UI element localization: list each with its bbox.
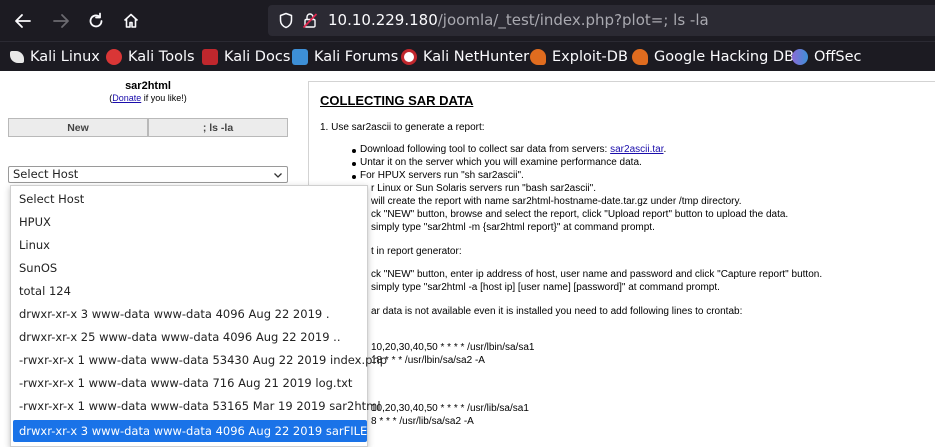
cron-line-1: 10,20,30,40,50 * * * * /usr/lbin/sa/sa1 <box>371 342 535 353</box>
bookmark-exploit-db[interactable]: Exploit-DB <box>530 47 628 67</box>
home-button[interactable] <box>118 8 144 34</box>
shield-icon[interactable] <box>278 12 294 29</box>
option-hpux[interactable]: HPUX <box>13 211 367 233</box>
bookmark-label: Google Hacking DB <box>654 49 795 65</box>
bookmark-kali-forums[interactable]: Kali Forums <box>292 47 398 67</box>
instructions-panel: COLLECTING SAR DATA 1. Use sar2ascii to … <box>308 81 935 447</box>
step-2-item-1: ck "NEW" button, enter ip address of hos… <box>371 269 823 280</box>
bullet <box>352 175 356 179</box>
host-dropdown-list: Select Host HPUX Linux SunOS total 124 d… <box>10 185 387 447</box>
step-1-item-7: simply type "sar2html -m {sar2html repor… <box>371 222 655 233</box>
chevron-down-icon <box>274 173 282 178</box>
arrow-left-icon <box>15 14 31 28</box>
plot-command-button[interactable]: ; ls -la <box>148 118 288 137</box>
home-icon <box>123 13 139 28</box>
option-ls-output[interactable]: -rwxr-xr-x 1 www-data www-data 53430 Aug… <box>13 349 387 371</box>
option-ls-output[interactable]: -rwxr-xr-x 1 www-data www-data 716 Aug 2… <box>13 372 367 394</box>
bookmark-kali-nethunter[interactable]: Kali NetHunter <box>401 47 529 67</box>
exploit-db-icon <box>530 49 546 65</box>
host-select-value: Select Host <box>13 167 79 181</box>
option-linux[interactable]: Linux <box>13 234 367 256</box>
step-1: 1. Use sar2ascii to generate a report: <box>320 122 485 133</box>
step-1-item-6: ck "NEW" button, browse and select the r… <box>371 209 789 220</box>
option-sunos[interactable]: SunOS <box>13 257 367 279</box>
option-ls-output[interactable]: drwxr-xr-x 3 www-data www-data 4096 Aug … <box>13 303 367 325</box>
step-1-item-1: Download following tool to collect sar d… <box>360 144 666 155</box>
offsec-icon <box>792 49 808 65</box>
cron-line-2: 18 * * * /usr/lbin/sa/sa2 -A <box>371 355 485 366</box>
bookmark-label: Kali Linux <box>30 49 100 65</box>
kali-nethunter-icon <box>401 49 417 65</box>
option-ls-output[interactable]: -rwxr-xr-x 1 www-data www-data 53165 Mar… <box>13 395 381 417</box>
option-select-host[interactable]: Select Host <box>13 188 367 210</box>
page-content: sar2html (Donate if you like!) New ; ls … <box>0 71 935 447</box>
bookmarks-bar: Kali Linux Kali Tools Kali Docs Kali For… <box>0 41 935 71</box>
reload-button[interactable] <box>83 8 109 34</box>
app-title: sar2html <box>125 80 171 92</box>
item-text: Download following tool to collect sar d… <box>360 144 611 155</box>
step-2: t in report generator: <box>371 246 462 257</box>
ghdb-icon <box>632 49 648 65</box>
url-text[interactable]: 10.10.229.180/joomla/_test/index.php?plo… <box>328 11 709 29</box>
bullet <box>352 162 356 166</box>
cron-line-3: 10,20,30,40,50 * * * * /usr/lib/sa/sa1 <box>371 403 529 414</box>
bookmark-google-hacking-db[interactable]: Google Hacking DB <box>632 47 794 67</box>
kali-forums-icon <box>292 49 308 65</box>
arrow-right-icon <box>53 14 69 28</box>
browser-toolbar: 10.10.229.180/joomla/_test/index.php?plo… <box>0 0 935 41</box>
step-2-item-2: simply type "sar2html -a [host ip] [user… <box>371 282 720 293</box>
bookmark-kali-tools[interactable]: Kali Tools <box>106 47 195 67</box>
new-button[interactable]: New <box>8 118 148 137</box>
kali-tools-icon <box>106 49 122 65</box>
bookmark-kali-linux[interactable]: Kali Linux <box>10 47 100 67</box>
step-1-item-2: Untar it on the server which you will ex… <box>360 157 642 168</box>
bookmark-label: OffSec <box>814 49 862 65</box>
instructions-heading: COLLECTING SAR DATA <box>320 93 474 108</box>
donate-link[interactable]: Donate <box>112 93 141 103</box>
option-ls-output[interactable]: drwxr-xr-x 25 www-data www-data 4096 Aug… <box>13 326 367 348</box>
host-select[interactable]: Select Host <box>8 166 288 183</box>
bookmark-label: Kali Forums <box>314 49 399 65</box>
bookmark-label: Exploit-DB <box>552 49 628 65</box>
reload-icon <box>89 12 103 28</box>
kali-docs-icon <box>202 49 218 65</box>
url-path: /joomla/_test/index.php?plot=; ls -la <box>437 11 709 29</box>
url-bar[interactable]: 10.10.229.180/joomla/_test/index.php?plo… <box>268 5 935 36</box>
bookmark-kali-docs[interactable]: Kali Docs <box>202 47 290 67</box>
step-1-item-3: For HPUX servers run "sh sar2ascii". <box>360 170 524 181</box>
donate-line: (Donate if you like!) <box>0 93 296 103</box>
step-1-item-5: will create the report with name sar2htm… <box>371 196 742 207</box>
option-ls-output-selected[interactable]: drwxr-xr-x 3 www-data www-data 4096 Aug … <box>13 420 367 442</box>
bookmark-offsec[interactable]: OffSec <box>792 47 862 67</box>
bullet <box>352 149 356 153</box>
donate-suffix: if you like!) <box>141 93 187 103</box>
step-3: ar data is not available even it is inst… <box>371 306 743 317</box>
bookmark-label: Kali Docs <box>224 49 291 65</box>
step-1-item-4: r Linux or Sun Solaris servers run "bash… <box>371 183 596 194</box>
sar2ascii-link[interactable]: sar2ascii.tar <box>610 144 663 155</box>
item-text: . <box>663 144 667 155</box>
bookmark-label: Kali NetHunter <box>423 49 530 65</box>
insecure-lock-icon[interactable] <box>302 12 318 29</box>
option-ls-output[interactable]: total 124 <box>13 280 367 302</box>
cron-line-4: 8 * * * /usr/lib/sa/sa2 -A <box>371 416 474 427</box>
forward-button[interactable] <box>48 8 74 34</box>
kali-dragon-icon <box>10 51 24 63</box>
bookmark-label: Kali Tools <box>128 49 195 65</box>
url-host: 10.10.229.180 <box>328 11 438 29</box>
back-button[interactable] <box>10 8 36 34</box>
